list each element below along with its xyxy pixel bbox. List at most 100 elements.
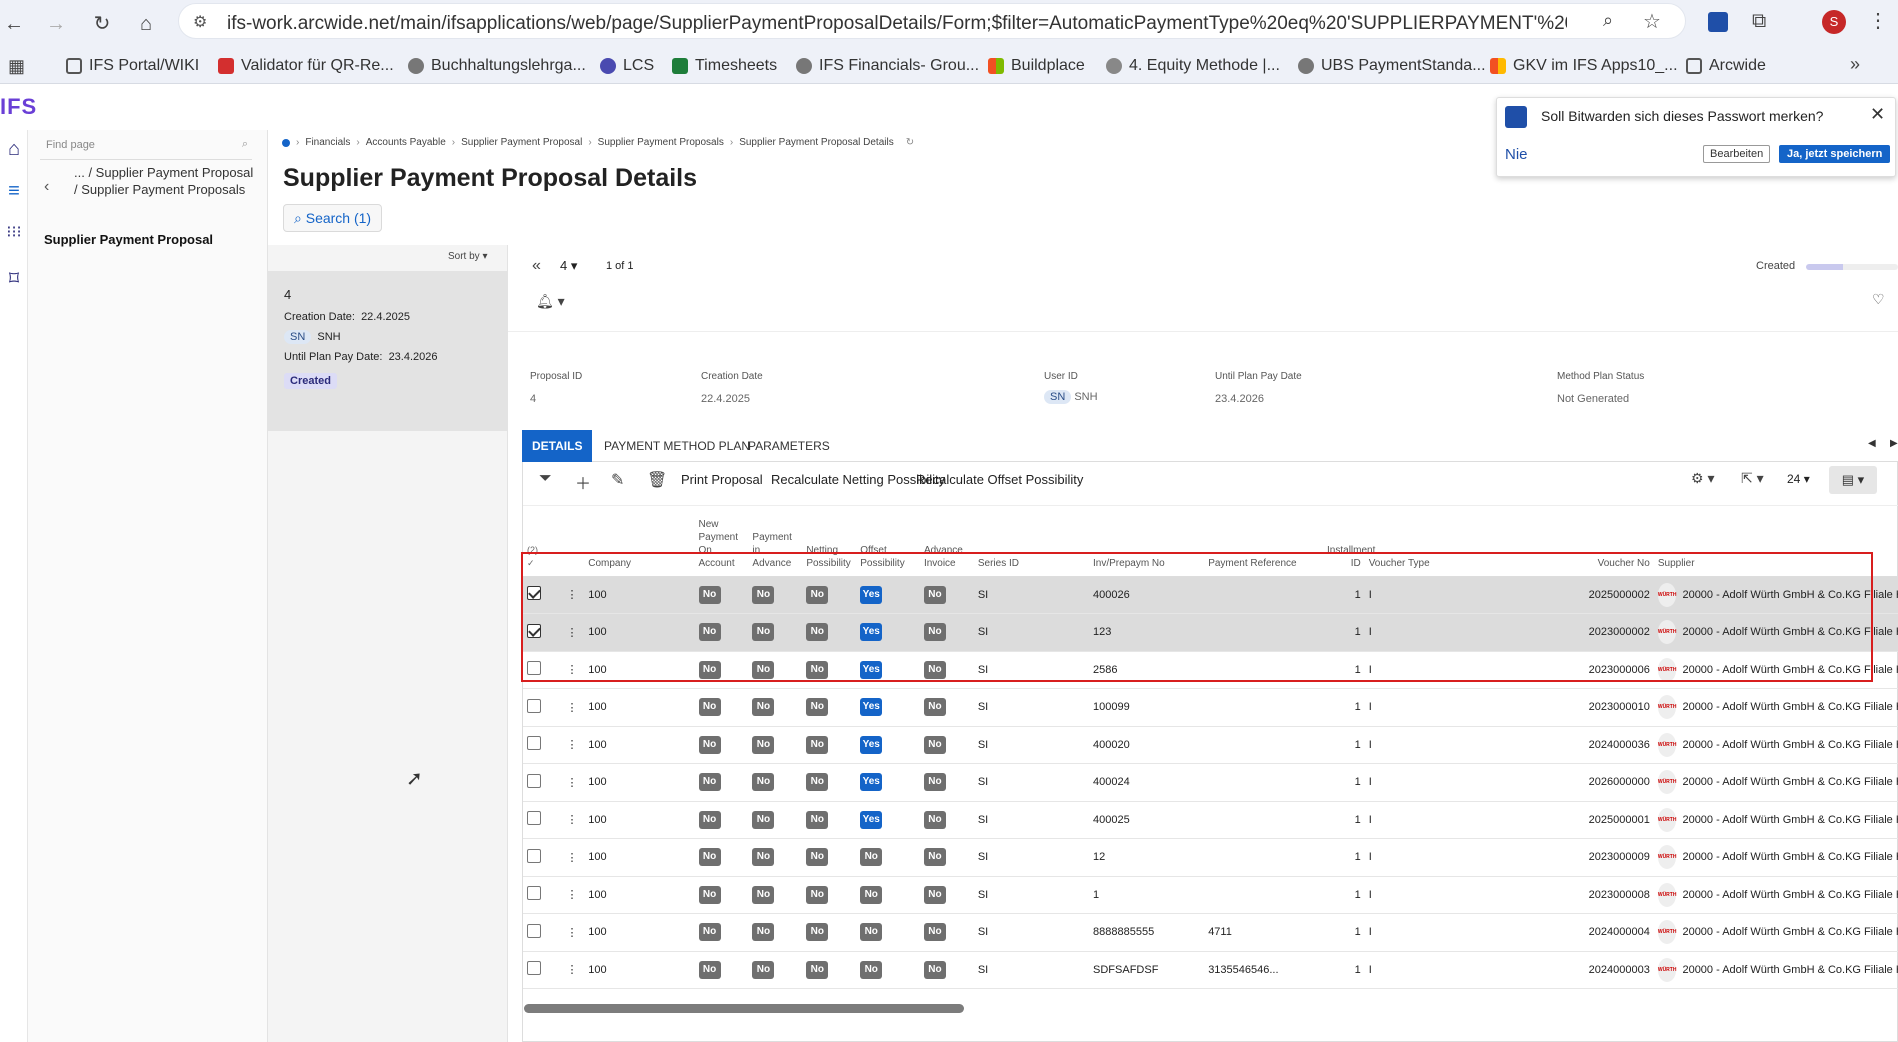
table-row[interactable]: ⋮ 100 No No No No No SI SDFSAFDSF 3135546546... 1 I… <box>523 951 1898 989</box>
first-record-icon[interactable]: « <box>532 257 541 275</box>
edit-button[interactable]: Bearbeiten <box>1703 145 1771 163</box>
horizontal-scrollbar[interactable] <box>524 1004 964 1013</box>
row-checkbox[interactable] <box>523 876 560 914</box>
bookmark[interactable]: Arcwide <box>1686 57 1766 75</box>
notification-bell-icon[interactable]: 🔔︎ ▾ <box>536 293 565 310</box>
breadcrumb-item[interactable]: Supplier Payment Proposals <box>598 137 724 148</box>
record-selector[interactable]: 4 ▾ <box>560 258 577 274</box>
save-password-button[interactable]: Ja, jetzt speichern <box>1779 145 1891 163</box>
row-menu-icon[interactable]: ⋮ <box>559 801 585 839</box>
chevron-left-icon[interactable]: ‹ <box>44 178 49 196</box>
table-row[interactable]: ⋮ 100 No No No Yes No SI 100099 1 I 2023000010 WÜRTH… <box>523 688 1898 727</box>
tab-details[interactable]: DETAILS <box>522 430 593 462</box>
row-menu-icon[interactable]: ⋮ <box>559 688 585 727</box>
row-menu-icon[interactable]: ⋮ <box>559 876 585 914</box>
bookmark[interactable]: GKV im IFS Apps10_... <box>1490 57 1678 75</box>
bookmark[interactable]: 4. Equity Methode |... <box>1106 57 1280 75</box>
sort-by-dropdown[interactable]: Sort by ▾ <box>448 251 488 262</box>
bitwarden-extension-icon[interactable] <box>1708 12 1728 32</box>
supplier-cell[interactable]: WÜRTH 20000 - Adolf Würth GmbH & Co.KG Fi… <box>1653 838 1898 877</box>
supplier-cell[interactable]: WÜRTH 20000 - Adolf Würth GmbH & Co.KG Fi… <box>1653 951 1898 989</box>
bookmark[interactable]: UBS PaymentStanda... <box>1298 57 1486 75</box>
close-icon[interactable]: ✕ <box>1870 104 1885 125</box>
nav-back-path[interactable]: ... / Supplier Payment Proposal / Suppli… <box>74 164 260 198</box>
forward-icon[interactable]: → <box>42 10 70 38</box>
supplier-cell[interactable]: WÜRTH 20000 - Adolf Würth GmbH & Co.KG Fi… <box>1653 801 1898 839</box>
row-checkbox[interactable] <box>523 763 560 802</box>
never-button[interactable]: Nie <box>1505 146 1528 163</box>
apps-grid-icon[interactable]: ▦ <box>8 56 25 77</box>
home-icon[interactable]: ⌂ <box>132 10 160 38</box>
filter-icon[interactable]: ⏷ <box>539 470 552 488</box>
url-text[interactable]: ifs-work.arcwide.net/main/ifsapplication… <box>227 13 1567 35</box>
supplier-cell[interactable]: WÜRTH 20000 - Adolf Würth GmbH & Co.KG Fi… <box>1653 688 1898 727</box>
print-proposal-button[interactable]: Print Proposal <box>681 472 763 487</box>
tab-scroll-right-icon[interactable]: ▶ <box>1890 438 1898 449</box>
search-button[interactable]: ⌕ Search (1) <box>283 204 383 232</box>
more-bookmarks-icon[interactable]: » <box>1850 54 1860 75</box>
export-icon[interactable]: ⇱ ▾ <box>1741 470 1764 487</box>
supplier-cell[interactable]: WÜRTH 20000 - Adolf Würth GmbH & Co.KG Fi… <box>1653 726 1898 764</box>
record-card[interactable]: 4 Creation Date: 22.4.2025 SN SNH Until … <box>268 271 508 431</box>
profile-avatar[interactable]: S <box>1822 10 1846 34</box>
delete-icon[interactable]: 🗑︎ <box>647 470 667 490</box>
bookmark[interactable]: Buchhaltungslehrga... <box>408 57 586 75</box>
back-icon[interactable]: ← <box>0 10 28 38</box>
menu-icon[interactable]: ≡ <box>2 180 26 203</box>
recalculate-offset-button[interactable]: Recalculate Offset Possibility <box>916 472 1083 487</box>
row-checkbox[interactable] <box>523 688 560 727</box>
edit-icon[interactable]: ✎ <box>611 470 624 490</box>
row-checkbox[interactable] <box>523 838 560 877</box>
tab-payment-method-plan[interactable]: PAYMENT METHOD PLAN <box>594 430 760 462</box>
nav-current-item[interactable]: Supplier Payment Proposal <box>44 232 213 247</box>
extensions-icon[interactable]: ⧉ <box>1752 10 1766 33</box>
row-menu-icon[interactable]: ⋮ <box>559 838 585 877</box>
bookmark-icon[interactable]: ⌑ <box>2 266 26 291</box>
bookmark[interactable]: IFS Portal/WIKI <box>66 57 199 75</box>
table-row[interactable]: ⋮ 100 No No No No No SI 1 1 I 2023000008 WÜRTH 20000 … <box>523 876 1898 914</box>
row-menu-icon[interactable]: ⋮ <box>559 763 585 802</box>
home-dot-icon[interactable] <box>282 138 290 147</box>
table-row[interactable]: ⋮ 100 No No No Yes No SI 400024 1 I 2026000000 WÜRTH… <box>523 763 1898 802</box>
supplier-cell[interactable]: WÜRTH 20000 - Adolf Würth GmbH & Co.KG Fi… <box>1653 876 1898 914</box>
row-checkbox[interactable] <box>523 951 560 989</box>
site-settings-icon[interactable]: ⚙ <box>193 12 207 32</box>
row-menu-icon[interactable]: ⋮ <box>559 913 585 952</box>
find-page-input[interactable]: Find page ⌕ <box>40 136 252 160</box>
breadcrumb-item[interactable]: Supplier Payment Proposal <box>461 137 582 148</box>
bookmark[interactable]: Validator für QR-Re... <box>218 57 394 75</box>
row-checkbox[interactable] <box>523 913 560 952</box>
apps-icon[interactable]: ⁝⁝⁝ <box>2 222 26 242</box>
refresh-icon[interactable]: ↻ <box>906 137 914 148</box>
star-icon[interactable]: ☆ <box>1643 9 1661 34</box>
table-row[interactable]: ⋮ 100 No No No No No SI 8888885555 4711 1 I 20240000… <box>523 913 1898 952</box>
bookmark[interactable]: Timesheets <box>672 57 777 75</box>
breadcrumb-item[interactable]: Financials <box>305 137 350 148</box>
bookmark[interactable]: Buildplace <box>988 57 1085 75</box>
table-row[interactable]: ⋮ 100 No No No Yes No SI 400025 1 I 2025000001 WÜRTH… <box>523 801 1898 839</box>
supplier-cell[interactable]: WÜRTH 20000 - Adolf Würth GmbH & Co.KG Fi… <box>1653 763 1898 802</box>
supplier-cell[interactable]: WÜRTH 20000 - Adolf Würth GmbH & Co.KG Fi… <box>1653 913 1898 952</box>
table-row[interactable]: ⋮ 100 No No No Yes No SI 400020 1 I 2024000036 WÜRTH… <box>523 726 1898 764</box>
row-checkbox[interactable] <box>523 801 560 839</box>
ifs-logo[interactable]: IFS <box>0 94 37 120</box>
bookmark[interactable]: IFS Financials- Grou... <box>796 57 979 75</box>
table-row[interactable]: ⋮ 100 No No No No No SI 12 1 I 2023000009 WÜRTH 20000… <box>523 838 1898 877</box>
bookmark[interactable]: LCS <box>600 57 654 75</box>
add-icon[interactable]: ＋ <box>575 470 591 494</box>
favorite-heart-icon[interactable]: ♡ <box>1872 291 1885 308</box>
row-menu-icon[interactable]: ⋮ <box>559 726 585 764</box>
browser-menu-icon[interactable]: ⋮ <box>1868 8 1888 33</box>
zoom-icon[interactable]: ⌕ <box>1603 10 1613 31</box>
table-view-icon[interactable]: ▤ ▾ <box>1829 466 1877 494</box>
tab-parameters[interactable]: PARAMETERS <box>738 430 840 462</box>
tab-scroll-left-icon[interactable]: ◀ <box>1868 438 1876 449</box>
home-icon[interactable]: ⌂ <box>2 138 26 161</box>
row-checkbox[interactable] <box>523 726 560 764</box>
reload-icon[interactable]: ↻ <box>88 10 116 38</box>
settings-gear-icon[interactable]: ⚙ ▾ <box>1691 470 1714 487</box>
address-bar[interactable]: ⚙ ifs-work.arcwide.net/main/ifsapplicati… <box>178 3 1686 39</box>
page-size-dropdown[interactable]: 24 ▾ <box>1787 472 1810 486</box>
row-menu-icon[interactable]: ⋮ <box>559 951 585 989</box>
breadcrumb-item[interactable]: Accounts Payable <box>366 137 446 148</box>
